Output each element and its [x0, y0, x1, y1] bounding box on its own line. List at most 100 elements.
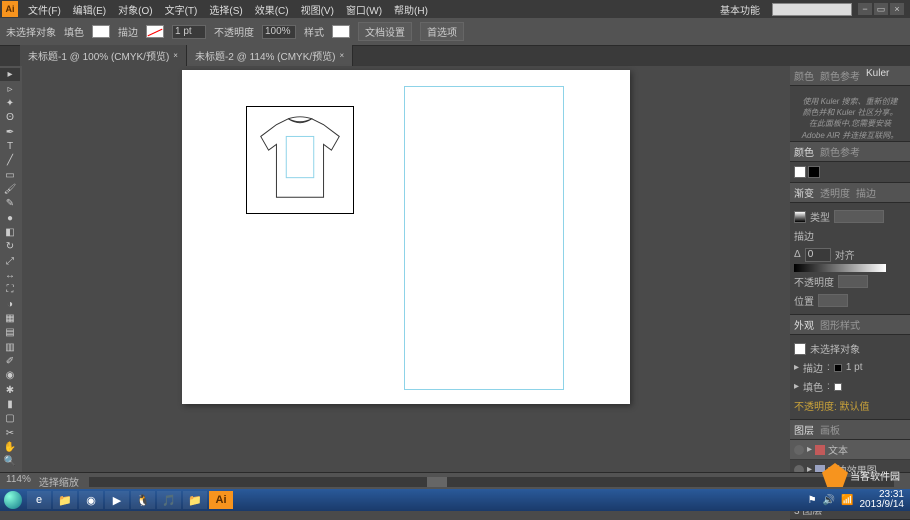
- close-icon[interactable]: ×: [340, 51, 345, 60]
- menu-edit[interactable]: 编辑(E): [67, 0, 112, 19]
- close-button[interactable]: ×: [890, 3, 904, 15]
- taskbar-qq-icon[interactable]: 🐧: [131, 491, 155, 509]
- opacity-input[interactable]: [262, 25, 296, 39]
- rectangle-tool[interactable]: ▭: [0, 168, 20, 181]
- taskbar-music-icon[interactable]: 🎵: [157, 491, 181, 509]
- document-setup-button[interactable]: 文档设置: [358, 22, 412, 41]
- panel-tab-transparency[interactable]: 透明度: [820, 185, 850, 200]
- menu-type[interactable]: 文字(T): [159, 0, 204, 19]
- panel-tab-graphic-styles[interactable]: 图形样式: [820, 317, 860, 332]
- panel-tab-guide[interactable]: 颜色参考: [820, 68, 860, 83]
- panel-tab-color[interactable]: 颜色: [794, 68, 814, 83]
- document-tab-2[interactable]: 未标题-2 @ 114% (CMYK/预览) ×: [187, 45, 353, 66]
- document-tab-1[interactable]: 未标题-1 @ 100% (CMYK/预览) ×: [20, 45, 187, 66]
- mesh-tool[interactable]: ▤: [0, 326, 20, 339]
- appearance-opacity[interactable]: 不透明度: 默认值: [794, 398, 870, 413]
- app-icon: Ai: [2, 1, 18, 17]
- menu-effect[interactable]: 效果(C): [249, 0, 295, 19]
- tshirt-graphic[interactable]: [246, 106, 354, 214]
- preferences-button[interactable]: 首选项: [420, 22, 464, 41]
- free-transform-tool[interactable]: ⛶: [0, 283, 20, 296]
- fill-swatch[interactable]: [92, 25, 110, 38]
- gradient-slider[interactable]: [794, 264, 886, 272]
- tray-network-icon[interactable]: 📶: [841, 495, 853, 506]
- document-tabs: 未标题-1 @ 100% (CMYK/预览) × 未标题-2 @ 114% (C…: [0, 46, 910, 66]
- help-search-input[interactable]: [772, 3, 852, 16]
- paintbrush-tool[interactable]: 🖌: [0, 183, 20, 196]
- taskbar-chrome-icon[interactable]: ◉: [79, 491, 103, 509]
- lasso-tool[interactable]: ʘ: [0, 111, 20, 124]
- visibility-toggle-icon[interactable]: [794, 445, 804, 455]
- menu-file[interactable]: 文件(F): [22, 0, 67, 19]
- gradient-location-input[interactable]: [818, 294, 848, 307]
- gradient-type-select[interactable]: [834, 210, 884, 223]
- pencil-tool[interactable]: ✎: [0, 197, 20, 210]
- menu-help[interactable]: 帮助(H): [388, 0, 434, 19]
- artboard-tool[interactable]: ▢: [0, 412, 20, 425]
- scale-tool[interactable]: ⤢: [0, 254, 20, 267]
- direct-selection-tool[interactable]: ▹: [0, 82, 20, 95]
- appearance-fill-swatch[interactable]: [834, 383, 842, 391]
- selection-tool[interactable]: ▸: [0, 68, 20, 81]
- rotate-tool[interactable]: ↻: [0, 240, 20, 253]
- panel-tab-layers[interactable]: 图层: [794, 422, 814, 437]
- blob-brush-tool[interactable]: ●: [0, 211, 20, 224]
- gradient-tool[interactable]: ▥: [0, 341, 20, 354]
- width-tool[interactable]: ↔: [0, 269, 20, 282]
- gradient-opacity-input[interactable]: [838, 275, 868, 288]
- menu-view[interactable]: 视图(V): [295, 0, 340, 19]
- taskbar-ie-icon[interactable]: e: [27, 491, 51, 509]
- layer-row[interactable]: ▸ 文本: [790, 440, 910, 460]
- taskbar-explorer-icon[interactable]: 📁: [53, 491, 77, 509]
- style-swatch[interactable]: [332, 25, 350, 38]
- appearance-stroke-swatch[interactable]: [834, 364, 842, 372]
- type-tool[interactable]: T: [0, 140, 20, 153]
- horizontal-scrollbar[interactable]: [89, 477, 894, 487]
- pen-tool[interactable]: ✒: [0, 125, 20, 138]
- panel-tab-guide2[interactable]: 颜色参考: [820, 144, 860, 159]
- gradient-angle-input[interactable]: [805, 248, 831, 262]
- taskbar-media-icon[interactable]: ▶: [105, 491, 129, 509]
- scrollbar-thumb[interactable]: [427, 477, 447, 487]
- close-icon[interactable]: ×: [173, 51, 178, 60]
- chevron-down-icon[interactable]: ▸: [807, 444, 812, 455]
- zoom-level[interactable]: 114%: [6, 474, 31, 489]
- panel-tab-gradient[interactable]: 渐变: [794, 185, 814, 200]
- gradient-preview[interactable]: [794, 211, 806, 223]
- taskbar-illustrator-icon[interactable]: Ai: [209, 491, 233, 509]
- color-swatch-white[interactable]: [794, 166, 806, 178]
- tray-volume-icon[interactable]: 🔊: [823, 495, 835, 506]
- panel-tab-stroke[interactable]: 描边: [856, 185, 876, 200]
- magic-wand-tool[interactable]: ✦: [0, 97, 20, 110]
- hand-tool[interactable]: ✋: [0, 441, 20, 454]
- menu-window[interactable]: 窗口(W): [340, 0, 388, 19]
- symbol-sprayer-tool[interactable]: ✱: [0, 384, 20, 397]
- menu-object[interactable]: 对象(O): [112, 0, 158, 19]
- panel-tab-appearance[interactable]: 外观: [794, 317, 814, 332]
- minimize-button[interactable]: −: [858, 3, 872, 15]
- maximize-button[interactable]: ▭: [874, 3, 888, 15]
- zoom-tool[interactable]: 🔍: [0, 455, 20, 468]
- perspective-grid-tool[interactable]: ▦: [0, 312, 20, 325]
- blend-tool[interactable]: ◉: [0, 369, 20, 382]
- canvas[interactable]: [22, 66, 790, 492]
- taskbar-folder-icon[interactable]: 📁: [183, 491, 207, 509]
- slice-tool[interactable]: ✂: [0, 427, 20, 440]
- shape-builder-tool[interactable]: ◑: [0, 298, 20, 311]
- stroke-width-input[interactable]: [172, 25, 206, 39]
- selection-rectangle[interactable]: [404, 86, 564, 390]
- panel-tab-kuler[interactable]: Kuler: [866, 68, 889, 83]
- panel-tab-color2[interactable]: 颜色: [794, 144, 814, 159]
- line-tool[interactable]: ╱: [0, 154, 20, 167]
- panel-tab-artboards[interactable]: 画板: [820, 422, 840, 437]
- menu-select[interactable]: 选择(S): [203, 0, 248, 19]
- eyedropper-tool[interactable]: ✐: [0, 355, 20, 368]
- tray-flag-icon[interactable]: ⚑: [808, 495, 817, 506]
- color-swatch-black[interactable]: [808, 166, 820, 178]
- doc-tab-title: 未标题-1 @ 100% (CMYK/预览): [28, 48, 169, 63]
- column-graph-tool[interactable]: ▮: [0, 398, 20, 411]
- eraser-tool[interactable]: ◧: [0, 226, 20, 239]
- start-button[interactable]: [0, 489, 26, 511]
- stroke-swatch[interactable]: [146, 25, 164, 38]
- workspace-switcher[interactable]: 基本功能: [714, 0, 766, 19]
